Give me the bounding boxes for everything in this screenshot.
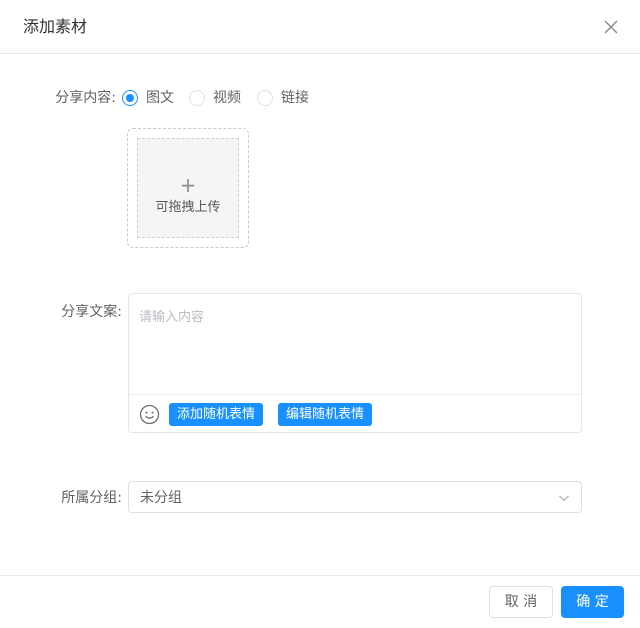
share-text-input[interactable]: [129, 294, 581, 394]
upload-hint: 可拖拽上传: [155, 200, 221, 215]
add-random-emoji-button[interactable]: 添加随机表情: [169, 403, 264, 426]
radio-link[interactable]: 链接: [257, 88, 309, 108]
upload-dropzone[interactable]: + 可拖拽上传: [127, 128, 249, 248]
close-icon[interactable]: [602, 18, 620, 36]
editor-toolbar: 添加随机表情 编辑随机表情: [129, 394, 581, 433]
confirm-button[interactable]: 确 定: [561, 586, 624, 618]
cancel-button[interactable]: 取 消: [489, 586, 553, 618]
dialog-header: 添加素材: [0, 0, 640, 54]
edit-random-emoji-button[interactable]: 编辑随机表情: [278, 403, 373, 426]
chevron-down-icon: [559, 495, 569, 502]
upload-inner-box[interactable]: + 可拖拽上传: [137, 138, 239, 238]
share-text-editor: 添加随机表情 编辑随机表情: [128, 293, 582, 433]
plus-icon: +: [179, 173, 197, 197]
group-select[interactable]: 未分组: [128, 481, 582, 513]
radio-dot[interactable]: [122, 90, 138, 106]
radio-label: 视频: [213, 90, 241, 106]
share-text-label: 分享文案:: [61, 304, 122, 320]
radio-dot[interactable]: [189, 90, 205, 106]
group-label: 所属分组:: [61, 490, 122, 506]
dialog-footer: 取 消 确 定: [0, 575, 640, 628]
dialog-title: 添加素材: [23, 17, 88, 36]
radio-label: 图文: [146, 90, 174, 106]
radio-dot[interactable]: [257, 90, 273, 106]
group-select-value: 未分组: [140, 490, 182, 506]
share-content-label: 分享内容:: [55, 90, 116, 106]
radio-image-text[interactable]: 图文: [122, 88, 174, 108]
smile-icon[interactable]: [139, 404, 160, 425]
radio-video[interactable]: 视频: [189, 88, 241, 108]
radio-label: 链接: [281, 90, 309, 106]
